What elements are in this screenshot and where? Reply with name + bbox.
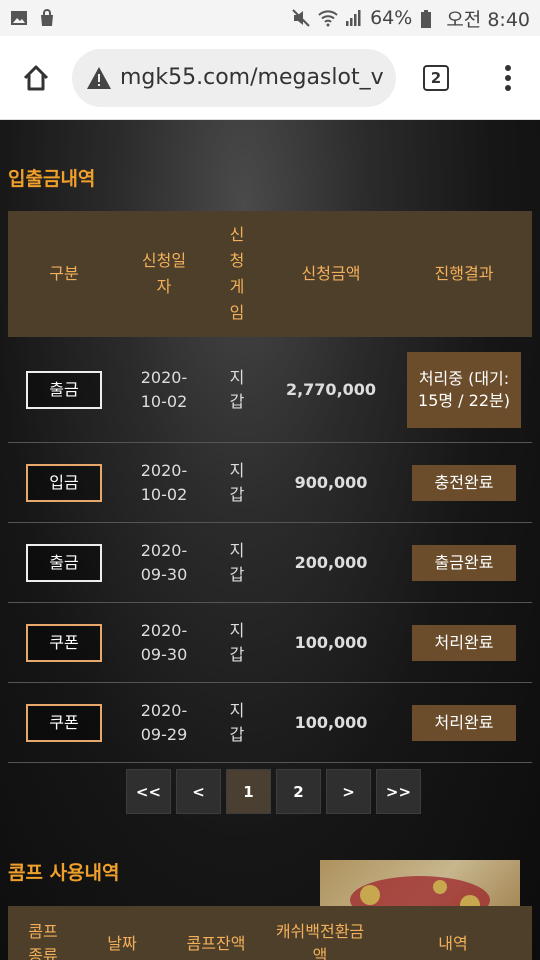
menu-button[interactable] bbox=[476, 36, 540, 120]
row-amount: 2,770,000 bbox=[285, 379, 377, 399]
row-date: 2020-09-30 bbox=[140, 540, 188, 584]
page-last-button[interactable]: >> bbox=[376, 769, 421, 814]
table-row: 출금 2020-09-30 지갑 200,000 출금완료 bbox=[8, 523, 532, 603]
wifi-icon bbox=[318, 9, 338, 27]
header-comp-date: 날짜 bbox=[107, 934, 137, 953]
header-result: 진행결과 bbox=[434, 264, 494, 283]
browser-toolbar: mgk55.com/megaslot_v 2 bbox=[0, 36, 540, 120]
type-badge: 입금 bbox=[26, 463, 102, 502]
row-game: 지갑 bbox=[229, 460, 245, 504]
shopping-bag-icon bbox=[38, 9, 56, 27]
row-date: 2020-09-29 bbox=[140, 700, 188, 744]
row-amount: 200,000 bbox=[294, 552, 368, 572]
more-vertical-icon bbox=[505, 64, 511, 91]
row-date: 2020-10-02 bbox=[140, 460, 188, 504]
type-badge: 출금 bbox=[26, 543, 102, 582]
page-first-button[interactable]: << bbox=[126, 769, 171, 814]
header-comp-type: 콤프종류 bbox=[28, 922, 58, 960]
page-content: 입출금내역 구분 신청일자 신청게임 신청금액 진행결과 출금 2020-10-… bbox=[0, 120, 540, 960]
deposit-table: 구분 신청일자 신청게임 신청금액 진행결과 출금 2020-10-02 지갑 … bbox=[8, 211, 532, 763]
deposit-section-title: 입출금내역 bbox=[8, 168, 96, 190]
signal-icon bbox=[344, 9, 362, 27]
header-amount: 신청금액 bbox=[301, 264, 361, 283]
header-date: 신청일자 bbox=[141, 251, 187, 296]
mute-icon bbox=[292, 9, 310, 27]
row-amount: 900,000 bbox=[294, 472, 368, 492]
home-icon bbox=[23, 65, 49, 90]
result-button[interactable]: 처리중 (대기: 15명 / 22분) bbox=[407, 351, 521, 428]
result-button[interactable]: 충전완료 bbox=[412, 464, 516, 501]
row-game: 지갑 bbox=[229, 540, 245, 584]
tab-count: 2 bbox=[423, 64, 449, 91]
table-row: 쿠폰 2020-09-29 지갑 100,000 처리완료 bbox=[8, 683, 532, 763]
header-game: 신청게임 bbox=[229, 225, 245, 322]
pagination: << < 1 2 > >> bbox=[126, 769, 421, 814]
tab-switcher-button[interactable]: 2 bbox=[396, 36, 476, 120]
result-button[interactable]: 처리완료 bbox=[412, 704, 516, 741]
row-game: 지갑 bbox=[229, 620, 245, 664]
header-comp-balance: 콤프잔액 bbox=[186, 934, 246, 953]
gallery-icon bbox=[10, 9, 28, 27]
row-amount: 100,000 bbox=[294, 632, 368, 652]
row-date: 2020-09-30 bbox=[140, 620, 188, 664]
row-game: 지갑 bbox=[229, 700, 245, 744]
result-button[interactable]: 출금완료 bbox=[412, 544, 516, 581]
battery-percent: 64% bbox=[370, 7, 413, 29]
warning-icon bbox=[87, 66, 111, 89]
header-comp-detail: 내역 bbox=[438, 934, 468, 953]
battery-icon bbox=[420, 9, 438, 28]
type-badge: 출금 bbox=[26, 370, 102, 409]
page-next-button[interactable]: > bbox=[326, 769, 371, 814]
table-row: 쿠폰 2020-09-30 지갑 100,000 처리완료 bbox=[8, 603, 532, 683]
comp-section-title: 콤프 사용내역 bbox=[8, 862, 120, 884]
table-row: 출금 2020-10-02 지갑 2,770,000 처리중 (대기: 15명 … bbox=[8, 337, 532, 443]
type-badge: 쿠폰 bbox=[26, 703, 102, 742]
header-cashback: 캐쉬백전환금액 bbox=[275, 922, 365, 960]
row-date: 2020-10-02 bbox=[140, 367, 188, 411]
comp-table-header: 콤프종류 날짜 콤프잔액 캐쉬백전환금액 내역 bbox=[8, 906, 532, 960]
table-row: 입금 2020-10-02 지갑 900,000 충전완료 bbox=[8, 443, 532, 523]
page-1-button[interactable]: 1 bbox=[226, 769, 271, 814]
result-button[interactable]: 처리완료 bbox=[412, 624, 516, 661]
deposit-table-header: 구분 신청일자 신청게임 신청금액 진행결과 bbox=[8, 211, 532, 337]
type-badge: 쿠폰 bbox=[26, 623, 102, 662]
home-button[interactable] bbox=[0, 36, 72, 120]
row-game: 지갑 bbox=[229, 367, 245, 411]
url-text: mgk55.com/megaslot_v bbox=[120, 65, 384, 90]
clock: 오전 8:40 bbox=[446, 8, 530, 31]
header-type: 구분 bbox=[49, 264, 79, 283]
row-amount: 100,000 bbox=[294, 712, 368, 732]
page-2-button[interactable]: 2 bbox=[276, 769, 321, 814]
page-prev-button[interactable]: < bbox=[176, 769, 221, 814]
address-bar[interactable]: mgk55.com/megaslot_v bbox=[72, 48, 396, 107]
status-bar: 64% 오전 8:40 bbox=[0, 0, 540, 36]
